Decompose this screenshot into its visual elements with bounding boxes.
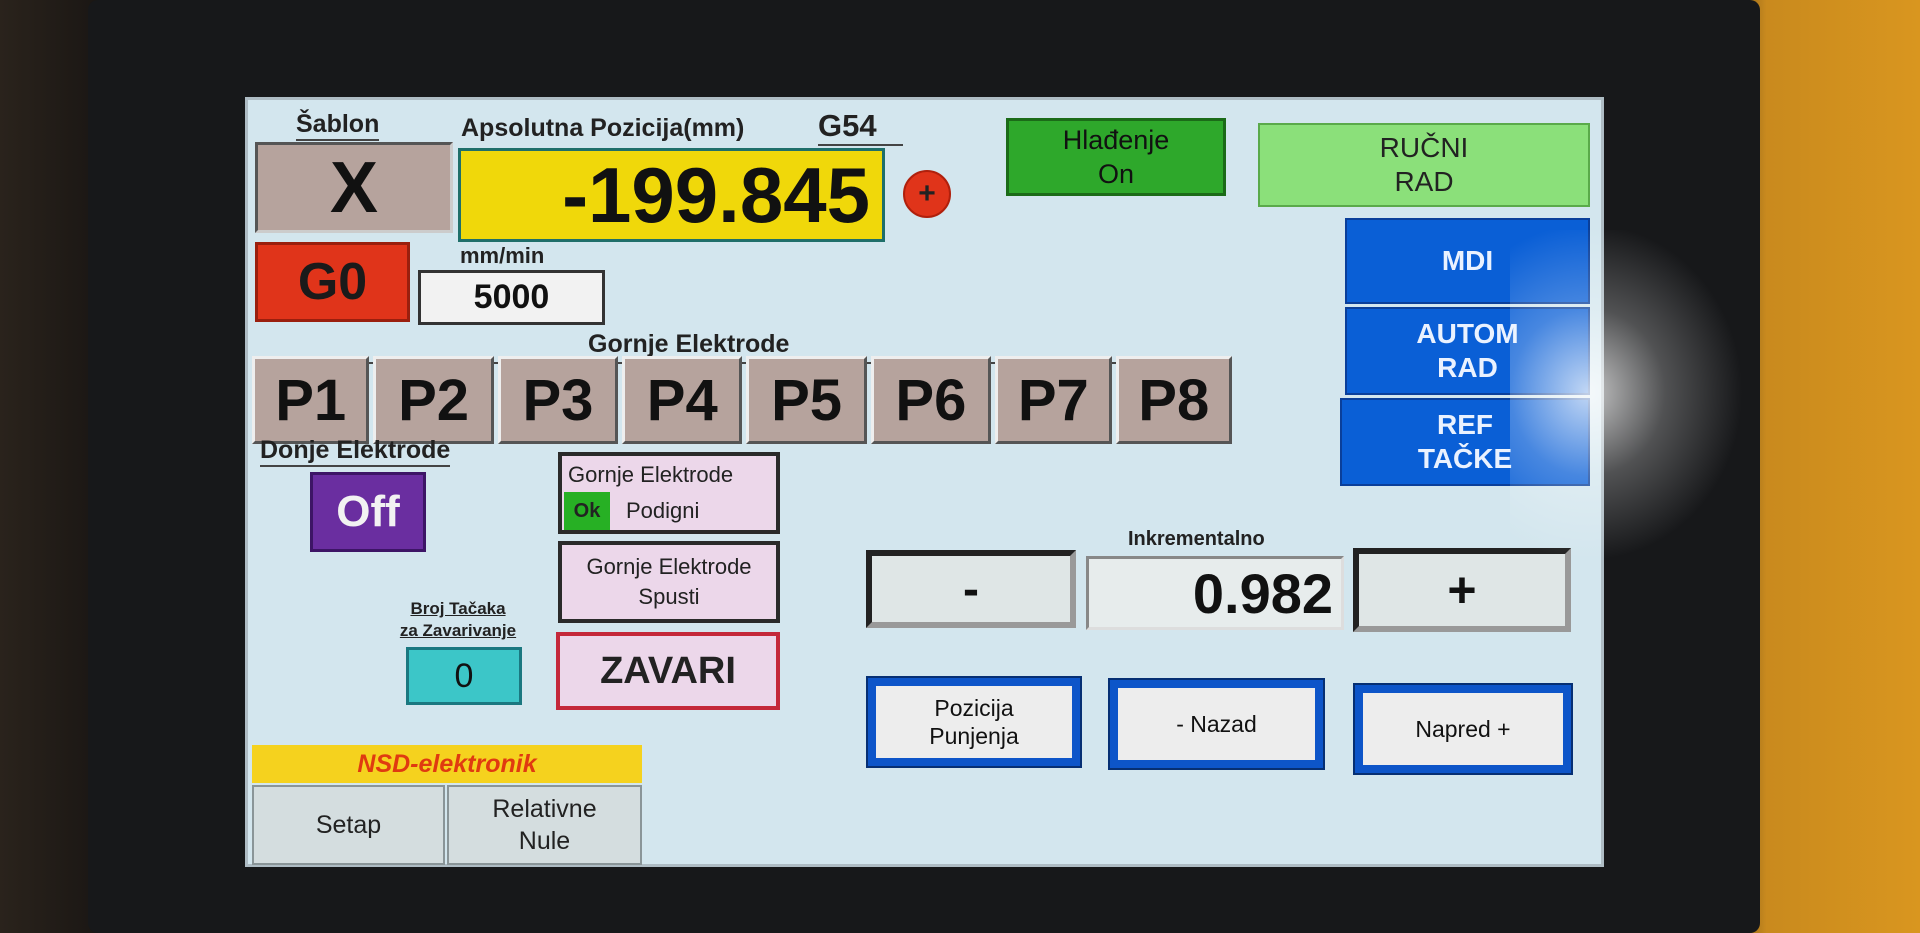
- electrode-p1-button[interactable]: P1: [252, 356, 370, 444]
- reference-points-line2: TAČKE: [1417, 443, 1513, 474]
- sign-toggle-button[interactable]: +: [903, 170, 951, 218]
- electrode-p7-button[interactable]: P7: [995, 356, 1112, 444]
- cooling-state: On: [1097, 159, 1135, 189]
- position-label: Apsolutna Pozicija(mm): [461, 114, 745, 142]
- mdi-button[interactable]: MDI: [1345, 218, 1590, 304]
- increment-plus-button[interactable]: +: [1353, 548, 1571, 632]
- relative-zero-button[interactable]: Relativne Nule: [447, 785, 642, 865]
- lower-electrodes-title: Donje Elektrode: [260, 436, 451, 467]
- feed-unit-label: mm/min: [460, 243, 545, 268]
- relative-zero-line1: Relativne: [492, 795, 597, 823]
- lower-electrodes-toggle[interactable]: Off: [310, 472, 426, 552]
- electrode-p3-button[interactable]: P3: [497, 356, 619, 444]
- coord-system-label: G54: [818, 108, 903, 146]
- auto-mode-line2: RAD: [1437, 352, 1498, 383]
- electrode-p6-button[interactable]: P6: [870, 356, 992, 444]
- absolute-position-display: -199.845: [458, 148, 885, 242]
- hmi-screen: Šablon X Apsolutna Pozicija(mm) G54 -199…: [245, 97, 1604, 867]
- electrode-p8-button[interactable]: P8: [1115, 356, 1232, 444]
- electrode-p4-button[interactable]: P4: [622, 356, 743, 444]
- auto-mode-line1: AUTOM: [1416, 318, 1519, 349]
- raise-electrodes-label: Gornje Elektrode: [568, 462, 734, 487]
- auto-mode-button[interactable]: AUTOM RAD: [1345, 307, 1590, 395]
- load-position-line1: Pozicija: [934, 695, 1014, 721]
- back-button[interactable]: - Nazad: [1110, 680, 1323, 768]
- load-position-line2: Punjenja: [929, 723, 1019, 749]
- load-position-button[interactable]: Pozicija Punjenja: [868, 678, 1080, 766]
- increment-value-display: 0.982: [1086, 556, 1344, 630]
- forward-button[interactable]: Napred +: [1355, 685, 1571, 773]
- sablon-label: Šablon: [296, 110, 380, 141]
- reference-points-line1: REF: [1437, 409, 1493, 440]
- weld-points-label: Broj Tačaka za Zavarivanje: [388, 598, 528, 642]
- manual-mode-button[interactable]: RUČNI RAD: [1258, 123, 1590, 207]
- brand-label: NSD-elektronik: [252, 745, 642, 783]
- feed-rate-input[interactable]: 5000: [418, 270, 605, 325]
- increment-minus-button[interactable]: -: [866, 550, 1076, 628]
- cooling-label: Hlađenje: [1062, 125, 1170, 155]
- upper-electrodes-row: P1 P2 P3 P4 P5 P6 P7 P8: [252, 356, 1232, 446]
- upper-electrodes-title: Gornje Elektrode: [588, 330, 790, 358]
- raise-electrodes-button[interactable]: Gornje Elektrode Ok Podigni: [558, 452, 780, 534]
- weld-points-label-line2: za Zavarivanje: [399, 621, 517, 640]
- setup-button[interactable]: Setap: [252, 785, 445, 865]
- manual-mode-line2: RAD: [1394, 166, 1454, 197]
- lower-upper-electrodes-button[interactable]: Gornje Elektrode Spusti: [558, 541, 780, 623]
- weld-points-input[interactable]: 0: [406, 647, 522, 705]
- mdi-label: MDI: [1441, 245, 1494, 276]
- raise-ok-indicator: Ok: [564, 492, 610, 530]
- lower-electrodes-label: Gornje Elektrode: [586, 554, 752, 579]
- increment-label: Inkrementalno: [1128, 528, 1265, 550]
- raise-electrodes-action: Podigni: [626, 498, 700, 523]
- axis-selector[interactable]: X: [255, 142, 453, 233]
- cooling-toggle-button[interactable]: Hlađenje On: [1006, 118, 1226, 196]
- reference-points-button[interactable]: REF TAČKE: [1340, 398, 1590, 486]
- motion-mode-button[interactable]: G0: [255, 242, 410, 322]
- relative-zero-line2: Nule: [518, 827, 571, 855]
- electrode-p5-button[interactable]: P5: [746, 356, 867, 444]
- lower-electrodes-action: Spusti: [638, 584, 700, 609]
- weld-points-label-line1: Broj Tačaka: [410, 599, 506, 618]
- electrode-p2-button[interactable]: P2: [373, 356, 494, 444]
- manual-mode-line1: RUČNI: [1379, 132, 1469, 163]
- weld-button[interactable]: ZAVARI: [556, 632, 780, 710]
